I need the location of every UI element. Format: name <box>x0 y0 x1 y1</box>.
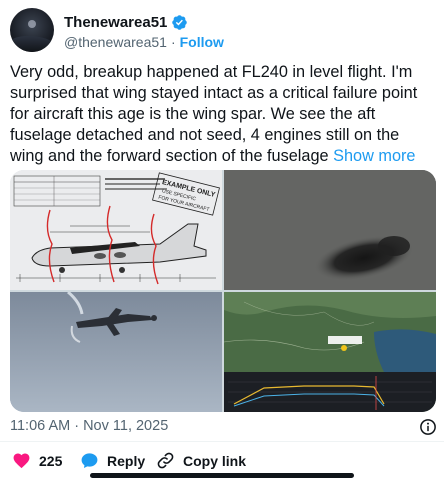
media-map-screenshot[interactable] <box>224 292 436 412</box>
like-button[interactable]: 225 <box>12 451 62 470</box>
avatar-light <box>28 20 36 28</box>
reply-bubble-icon <box>81 453 98 469</box>
handle-row: @thenewarea51 · Follow <box>64 34 224 50</box>
display-name[interactable]: Thenewarea51 <box>64 14 167 31</box>
map-illustration <box>224 292 436 412</box>
copy-link-button[interactable]: Copy link <box>156 451 246 470</box>
follow-button[interactable]: Follow <box>180 34 224 50</box>
media-debris-photo[interactable] <box>224 170 436 290</box>
media-diagram-image[interactable]: EXAMPLE ONLY USE SPECIFIC FOR YOUR AIRCR… <box>10 170 222 290</box>
avatar-ridge <box>10 36 54 52</box>
like-count: 225 <box>39 452 63 469</box>
show-more-link[interactable]: Show more <box>333 147 415 165</box>
handle-separator: · <box>170 34 176 50</box>
reply-label: Reply <box>107 452 146 469</box>
sky-illustration <box>10 292 222 412</box>
heart-icon <box>13 453 30 469</box>
action-bar: 225 Reply Copy link <box>10 451 434 471</box>
tweet-header: Thenewarea51 @thenewarea51 · Follow <box>10 8 434 54</box>
avatar[interactable] <box>10 8 54 52</box>
media-sky-photo[interactable] <box>10 292 222 412</box>
name-row: Thenewarea51 <box>64 14 188 31</box>
link-icon <box>157 452 174 469</box>
info-icon[interactable] <box>419 418 437 436</box>
home-indicator <box>90 473 354 478</box>
debris-illustration <box>224 170 436 290</box>
media-grid: EXAMPLE ONLY USE SPECIFIC FOR YOUR AIRCR… <box>10 170 436 412</box>
verified-badge-icon <box>172 15 188 30</box>
reply-button[interactable]: Reply <box>80 451 145 470</box>
handle[interactable]: @thenewarea51 <box>64 34 167 50</box>
copy-link-label: Copy link <box>183 452 247 469</box>
tweet-text: Very odd, breakup happened at FL240 in l… <box>10 62 436 167</box>
divider <box>0 441 444 442</box>
diagram-illustration: EXAMPLE ONLY USE SPECIFIC FOR YOUR AIRCR… <box>10 170 222 290</box>
tweet-timestamp[interactable]: 11:06 AM · Nov 11, 2025 <box>10 418 168 434</box>
